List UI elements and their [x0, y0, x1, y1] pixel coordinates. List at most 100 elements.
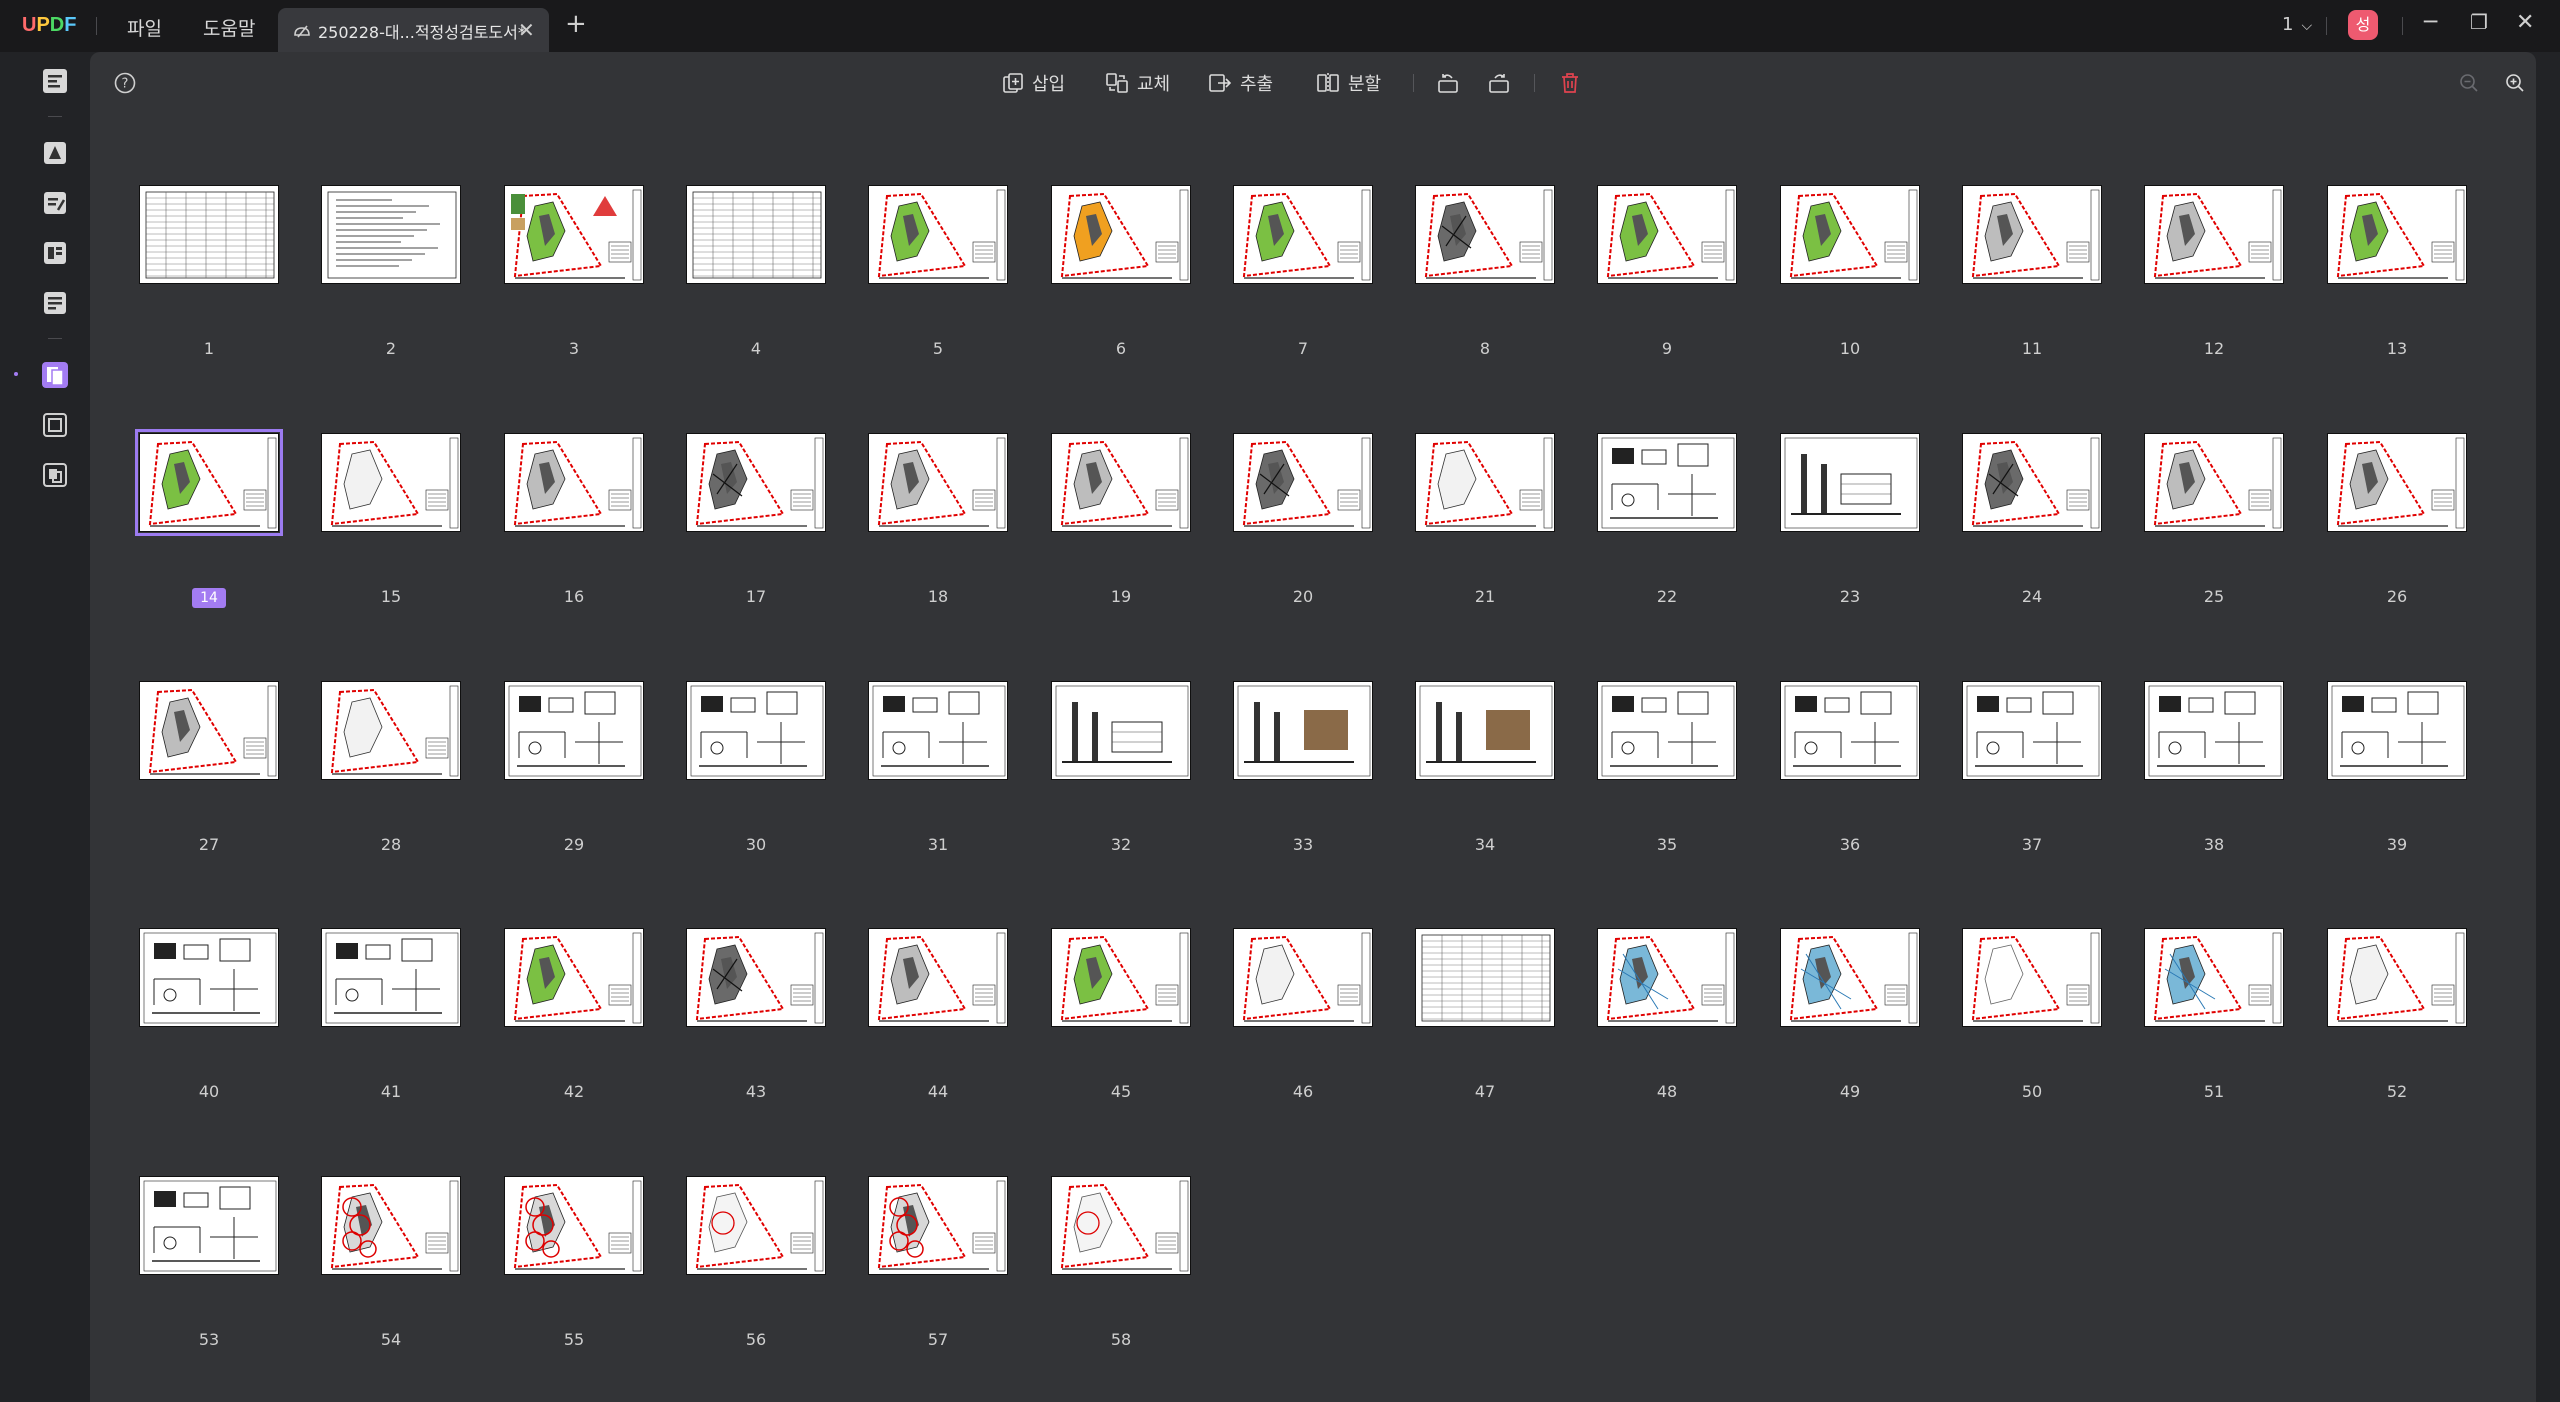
rotate-right-button[interactable] [1487, 68, 1511, 98]
page-number: 21 [1411, 587, 1559, 606]
page-thumbnail[interactable]: 54 [317, 1176, 465, 1349]
page-number-label: 58 [1110, 1330, 1132, 1349]
page-number: 23 [1776, 587, 1924, 606]
page-thumbnail[interactable]: 17 [682, 433, 830, 606]
page-thumbnail[interactable]: 29 [500, 681, 648, 854]
page-thumbnail[interactable]: 2 [317, 185, 465, 358]
zoom-out-button[interactable] [2458, 68, 2480, 98]
split-button[interactable]: 분할 [1316, 68, 1381, 98]
page-thumbnail[interactable]: 44 [864, 928, 1012, 1101]
page-thumbnail[interactable]: 8 [1411, 185, 1559, 358]
page-thumbnail[interactable]: 3 [500, 185, 648, 358]
page-thumbnail[interactable]: 15 [317, 433, 465, 606]
comment-highlight-icon[interactable] [40, 138, 70, 168]
page-thumbnail[interactable]: 11 [1958, 185, 2106, 358]
menu-file[interactable]: 파일 [127, 14, 162, 41]
page-thumbnail[interactable]: 41 [317, 928, 465, 1101]
insert-button[interactable]: 삽입 [1002, 68, 1065, 98]
svg-text:?: ? [122, 77, 129, 92]
page-thumbnail[interactable]: 30 [682, 681, 830, 854]
fill-sign-icon[interactable] [40, 288, 70, 318]
page-thumbnail[interactable]: 24 [1958, 433, 2106, 606]
avatar[interactable]: 성 [2348, 10, 2378, 40]
page-thumbnail[interactable]: 57 [864, 1176, 1012, 1349]
page-thumbnail[interactable]: 16 [500, 433, 648, 606]
updf-logo[interactable]: UPDF [22, 14, 76, 37]
page-thumbnail[interactable]: 33 [1229, 681, 1377, 854]
page-thumbnail[interactable]: 51 [2140, 928, 2288, 1101]
form-icon[interactable] [40, 238, 70, 268]
delete-button[interactable] [1560, 68, 1580, 98]
page-thumbnail[interactable]: 12 [2140, 185, 2288, 358]
page-indicator[interactable]: 1 ⌵ [2282, 14, 2312, 35]
page-thumbnail[interactable]: 47 [1411, 928, 1559, 1101]
new-tab-button[interactable]: + [565, 11, 587, 37]
divider [48, 116, 62, 117]
page-thumbnail[interactable]: 25 [2140, 433, 2288, 606]
page-thumbnail[interactable]: 7 [1229, 185, 1377, 358]
help-icon[interactable]: ? [114, 72, 136, 94]
page-thumbnail[interactable]: 27 [135, 681, 283, 854]
page-thumbnail[interactable]: 1 [135, 185, 283, 358]
close-window-icon[interactable]: ✕ [2516, 12, 2534, 34]
page-preview [1051, 1176, 1191, 1275]
page-thumbnail[interactable]: 21 [1411, 433, 1559, 606]
page-thumbnail[interactable]: 19 [1047, 433, 1195, 606]
minimize-icon[interactable]: ─ [2424, 12, 2437, 34]
compare-icon[interactable] [40, 460, 70, 490]
page-thumbnail[interactable]: 42 [500, 928, 648, 1101]
page-thumbnail[interactable]: 40 [135, 928, 283, 1101]
document-tab[interactable]: 250228-대...적정성검토도서* ✕ [278, 8, 549, 52]
page-thumbnail[interactable]: 45 [1047, 928, 1195, 1101]
page-thumbnail[interactable]: 28 [317, 681, 465, 854]
page-thumbnail[interactable]: 55 [500, 1176, 648, 1349]
page-thumbnail[interactable]: 14 [135, 429, 283, 608]
page-thumbnail[interactable]: 48 [1593, 928, 1741, 1101]
page-thumbnail[interactable]: 56 [682, 1176, 830, 1349]
page-thumbnail[interactable]: 39 [2323, 681, 2471, 854]
page-thumbnail[interactable]: 32 [1047, 681, 1195, 854]
page-thumbnail[interactable]: 58 [1047, 1176, 1195, 1349]
page-thumbnail[interactable]: 34 [1411, 681, 1559, 854]
edit-pdf-icon[interactable] [40, 188, 70, 218]
page-thumbnail[interactable]: 13 [2323, 185, 2471, 358]
page-thumbnail[interactable]: 35 [1593, 681, 1741, 854]
page-thumbnail[interactable]: 52 [2323, 928, 2471, 1101]
page-number-label: 13 [2386, 339, 2408, 358]
page-thumbnail[interactable]: 26 [2323, 433, 2471, 606]
page-thumbnail[interactable]: 9 [1593, 185, 1741, 358]
rotate-left-button[interactable] [1436, 68, 1460, 98]
menu-help[interactable]: 도움말 [203, 14, 255, 41]
page-thumbnail[interactable]: 4 [682, 185, 830, 358]
trash-icon [1562, 73, 1578, 93]
page-thumbnail[interactable]: 46 [1229, 928, 1377, 1101]
page-thumbnail[interactable]: 38 [2140, 681, 2288, 854]
page-thumbnail[interactable]: 6 [1047, 185, 1195, 358]
page-number-label: 8 [1479, 339, 1491, 358]
organize-pages-icon[interactable] [40, 360, 70, 390]
page-thumbnail[interactable]: 23 [1776, 433, 1924, 606]
restore-icon[interactable]: ❐ [2470, 12, 2488, 32]
page-number-label: 18 [927, 587, 949, 606]
close-tab-icon[interactable]: ✕ [518, 18, 535, 42]
page-tools-icon[interactable] [40, 410, 70, 440]
page-thumbnail[interactable]: 36 [1776, 681, 1924, 854]
active-indicator [14, 372, 18, 376]
reader-icon[interactable] [40, 66, 70, 96]
extract-button[interactable]: 추출 [1208, 68, 1273, 98]
page-thumbnail[interactable]: 53 [135, 1176, 283, 1349]
page-thumbnail[interactable]: 43 [682, 928, 830, 1101]
page-thumbnail[interactable]: 37 [1958, 681, 2106, 854]
page-preview [321, 185, 461, 284]
page-thumbnail[interactable]: 20 [1229, 433, 1377, 606]
page-preview [139, 185, 279, 284]
page-thumbnail[interactable]: 50 [1958, 928, 2106, 1101]
page-thumbnail[interactable]: 22 [1593, 433, 1741, 606]
page-thumbnail[interactable]: 18 [864, 433, 1012, 606]
replace-button[interactable]: 교체 [1105, 68, 1170, 98]
page-thumbnail[interactable]: 5 [864, 185, 1012, 358]
page-thumbnail[interactable]: 31 [864, 681, 1012, 854]
page-thumbnail[interactable]: 49 [1776, 928, 1924, 1101]
zoom-in-button[interactable] [2504, 68, 2526, 98]
page-thumbnail[interactable]: 10 [1776, 185, 1924, 358]
